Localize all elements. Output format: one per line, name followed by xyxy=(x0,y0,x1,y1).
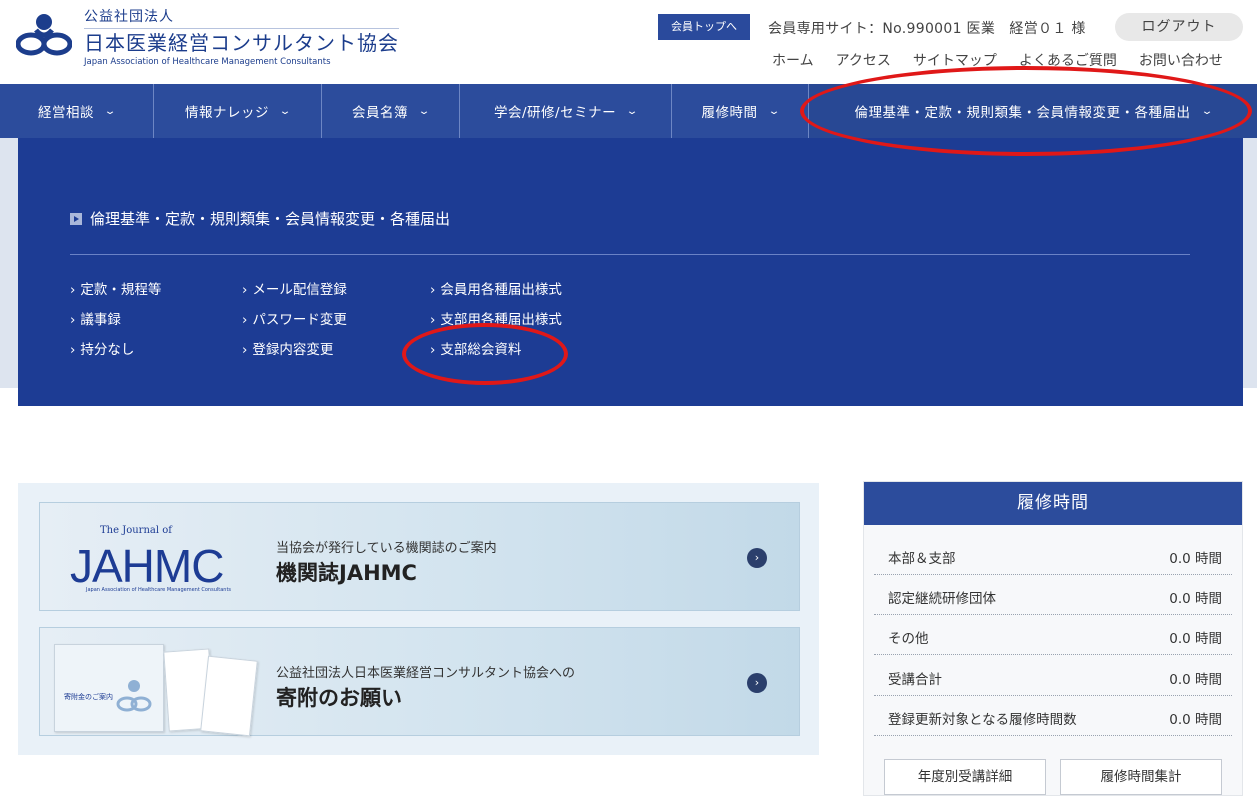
nav-item-seminars[interactable]: 学会/研修/セミナー ⌄ xyxy=(460,84,672,138)
hours-label: 受講合計 xyxy=(888,672,942,688)
journal-banner[interactable]: The Journal of JAHMC Japan Association o… xyxy=(39,502,800,611)
member-info: 会員専用サイト：No.990001 医業 経営０１ 様 xyxy=(768,21,1086,37)
dropdown-column-3: 会員用各種届出様式 支部用各種届出様式 支部総会資料 xyxy=(430,279,562,369)
hours-label: その他 xyxy=(888,631,929,647)
hours-label: 本部＆支部 xyxy=(888,551,956,567)
hours-row: 本部＆支部 0.0 時間 xyxy=(874,535,1232,575)
yearly-detail-button[interactable]: 年度別受講詳細 xyxy=(884,759,1046,795)
util-link-faq[interactable]: よくあるご質問 xyxy=(1019,50,1117,70)
hours-row: 登録更新対象となる履修時間数 0.0 時間 xyxy=(874,696,1232,736)
chevron-down-icon: ⌄ xyxy=(625,105,640,117)
util-link-access[interactable]: アクセス xyxy=(836,50,891,70)
dropdown-column-1: 定款・規程等 議事録 持分なし xyxy=(70,279,161,369)
donation-banner[interactable]: 寄附金のご案内 公益社団法人日本医業経営コンサルタント協会への 寄附のお願い › xyxy=(39,627,800,737)
hours-summary-button[interactable]: 履修時間集計 xyxy=(1060,759,1222,795)
nav-item-consultation[interactable]: 経営相談 ⌄ xyxy=(0,84,154,138)
banner-subtitle: 公益社団法人日本医業経営コンサルタント協会への xyxy=(276,666,576,681)
nav-item-regulations[interactable]: 倫理基準・定款・規則類集・会員情報変更・各種届出 ⌄ xyxy=(809,84,1257,138)
dropdown-link-member-forms[interactable]: 会員用各種届出様式 xyxy=(430,279,562,309)
nav-item-label: 倫理基準・定款・規則類集・会員情報変更・各種届出 xyxy=(854,105,1191,121)
donor-figure-icon xyxy=(116,680,152,712)
hours-label: 認定継続研修団体 xyxy=(888,591,996,607)
brochure-page xyxy=(200,655,258,737)
jahmc-logo-small: The Journal of xyxy=(100,525,172,536)
banner-subtitle: 当協会が発行している機関誌のご案内 xyxy=(276,541,497,556)
hours-value: 0.0 時間 xyxy=(1169,672,1222,688)
global-nav: 経営相談 ⌄ 情報ナレッジ ⌄ 会員名簿 ⌄ 学会/研修/セミナー ⌄ 履修時間… xyxy=(0,84,1257,138)
hours-row: その他 0.0 時間 xyxy=(874,615,1232,655)
divider xyxy=(70,254,1190,255)
nav-item-label: 経営相談 xyxy=(38,105,95,121)
chevron-down-icon: ⌄ xyxy=(278,105,293,117)
dropdown-title-label: 倫理基準・定款・規則類集・会員情報変更・各種届出 xyxy=(90,210,451,228)
site-header: 公益社団法人 日本医業経営コンサルタント協会 Japan Association… xyxy=(0,0,1257,84)
hours-value: 0.0 時間 xyxy=(1169,631,1222,647)
dropdown-link-articles[interactable]: 定款・規程等 xyxy=(70,279,161,309)
chevron-down-icon: ⌄ xyxy=(767,105,781,117)
util-link-sitemap[interactable]: サイトマップ xyxy=(913,50,997,70)
nav-item-directory[interactable]: 会員名簿 ⌄ xyxy=(322,84,460,138)
dropdown-title[interactable]: 倫理基準・定款・規則類集・会員情報変更・各種届出 xyxy=(70,208,450,229)
dropdown-link-no-equity[interactable]: 持分なし xyxy=(70,339,161,369)
hours-value: 0.0 時間 xyxy=(1169,551,1222,567)
brochure-label: 寄附金のご案内 xyxy=(64,693,113,701)
chevron-down-icon: ⌄ xyxy=(1200,105,1214,117)
arrow-circle-icon[interactable]: › xyxy=(747,548,767,568)
brochure-image: 寄附金のご案内 xyxy=(54,634,258,737)
logout-button[interactable]: ログアウト xyxy=(1115,13,1243,41)
dropdown-link-password-change[interactable]: パスワード変更 xyxy=(242,309,347,339)
arrow-circle-icon[interactable]: › xyxy=(747,673,767,693)
banner-title: 機関誌JAHMC xyxy=(276,561,417,585)
dropdown-panel: 倫理基準・定款・規則類集・会員情報変更・各種届出 定款・規程等 議事録 持分なし… xyxy=(18,138,1243,406)
org-type: 公益社団法人 xyxy=(84,9,174,25)
jahmc-logo: The Journal of JAHMC Japan Association o… xyxy=(62,519,242,595)
dropdown-column-2: メール配信登録 パスワード変更 登録内容変更 xyxy=(242,279,347,369)
study-hours-panel: 履修時間 本部＆支部 0.0 時間 認定継続研修団体 0.0 時間 その他 0.… xyxy=(863,481,1243,796)
hours-value: 0.0 時間 xyxy=(1169,712,1222,728)
dropdown-link-minutes[interactable]: 議事録 xyxy=(70,309,161,339)
chevron-down-icon: ⌄ xyxy=(103,105,118,117)
nav-item-knowledge[interactable]: 情報ナレッジ ⌄ xyxy=(154,84,322,138)
nav-item-label: 情報ナレッジ xyxy=(185,105,270,121)
util-link-contact[interactable]: お問い合わせ xyxy=(1139,50,1223,70)
chevron-down-icon: ⌄ xyxy=(417,105,432,117)
utility-nav: ホーム アクセス サイトマップ よくあるご質問 お問い合わせ xyxy=(772,50,1223,70)
nav-item-label: 会員名簿 xyxy=(352,105,409,121)
org-name: 日本医業経営コンサルタント協会 xyxy=(84,28,399,56)
play-square-icon xyxy=(70,212,82,225)
dropdown-link-mail-registration[interactable]: メール配信登録 xyxy=(242,279,347,309)
site-logo[interactable]: 公益社団法人 日本医業経営コンサルタント協会 Japan Association… xyxy=(15,8,399,68)
panel-title: 履修時間 xyxy=(864,482,1242,525)
jahmc-logo-tiny: Japan Association of Healthcare Manageme… xyxy=(86,587,232,593)
hours-label: 登録更新対象となる履修時間数 xyxy=(888,712,1077,728)
dropdown-link-branch-forms[interactable]: 支部用各種届出様式 xyxy=(430,309,562,339)
hours-row: 受講合計 0.0 時間 xyxy=(874,656,1232,696)
banner-area: The Journal of JAHMC Japan Association o… xyxy=(18,483,819,755)
org-name-en: Japan Association of Healthcare Manageme… xyxy=(84,57,331,67)
nav-item-label: 学会/研修/セミナー xyxy=(494,105,617,121)
nav-item-label: 履修時間 xyxy=(701,105,758,121)
member-top-button[interactable]: 会員トップへ xyxy=(658,14,750,40)
hours-row: 認定継続研修団体 0.0 時間 xyxy=(874,575,1232,615)
hours-value: 0.0 時間 xyxy=(1169,591,1222,607)
logo-text: 公益社団法人 日本医業経営コンサルタント協会 Japan Association… xyxy=(84,8,399,68)
logo-mark-icon xyxy=(15,8,73,64)
jahmc-logo-big: JAHMC xyxy=(70,540,224,592)
banner-title: 寄附のお願い xyxy=(276,686,402,710)
nav-item-study-hours[interactable]: 履修時間 ⌄ xyxy=(672,84,809,138)
dropdown-link-branch-meeting-docs[interactable]: 支部総会資料 xyxy=(430,339,562,369)
dropdown-link-profile-change[interactable]: 登録内容変更 xyxy=(242,339,347,369)
util-link-home[interactable]: ホーム xyxy=(772,50,814,70)
